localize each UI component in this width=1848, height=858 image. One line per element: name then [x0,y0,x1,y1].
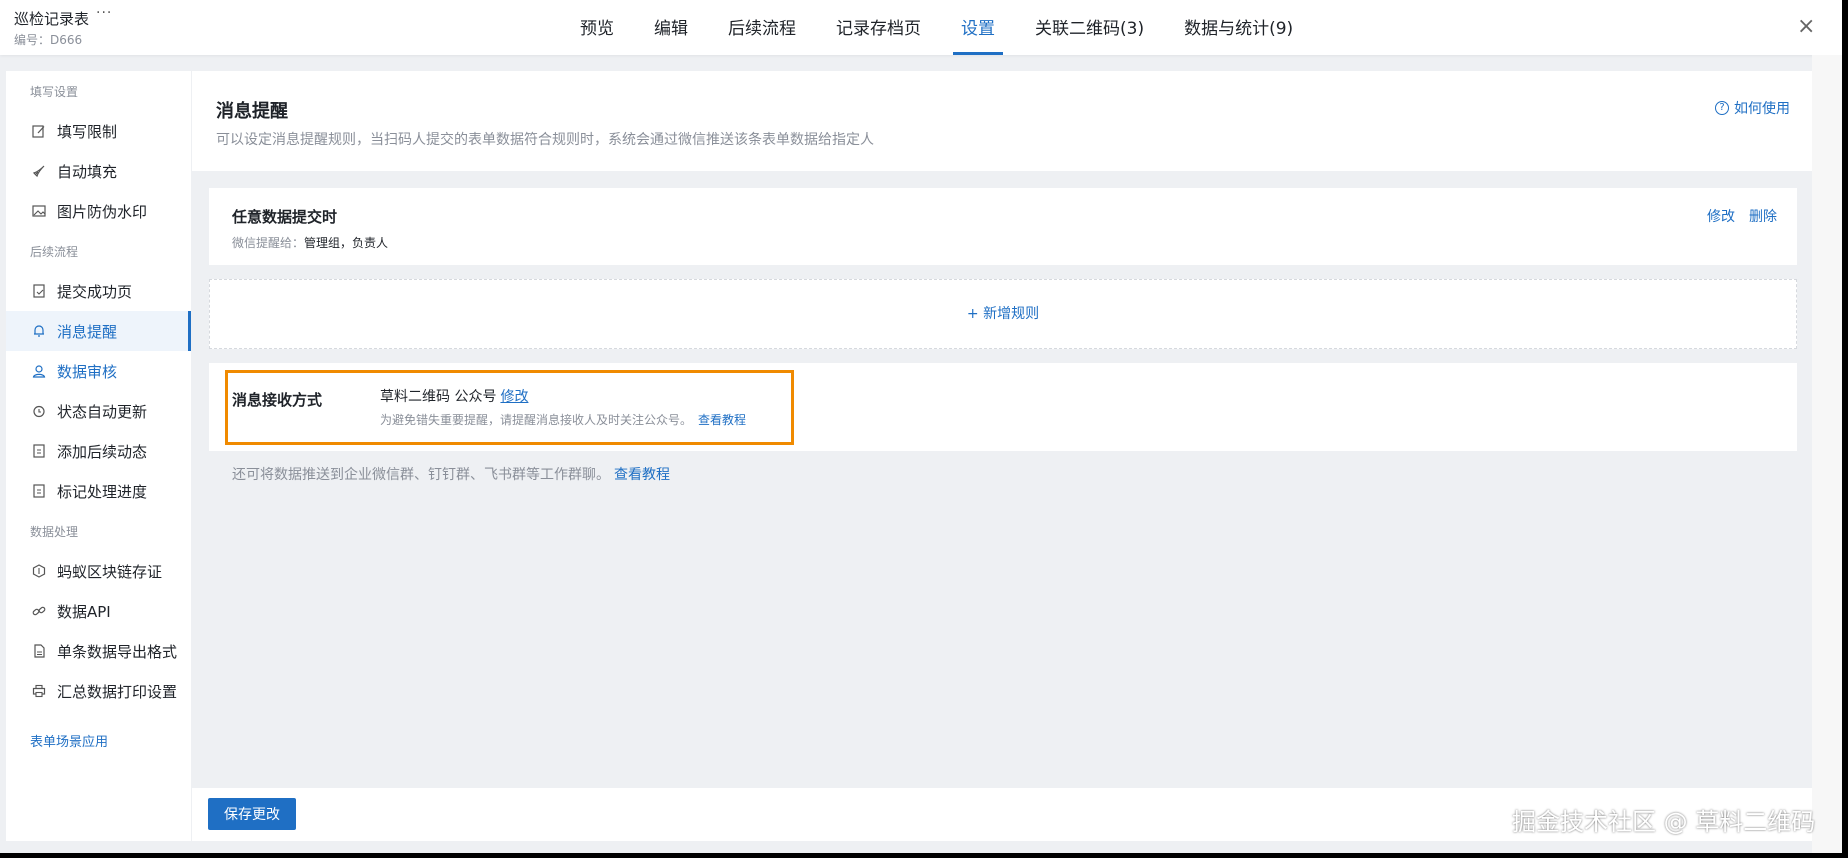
image-icon [31,203,47,219]
sidebar-item-label: 数据API [57,602,111,621]
link-icon [31,603,47,619]
file-icon [31,643,47,659]
sidebar-group-fill: 填写设置 [30,85,79,99]
form-scenario-link[interactable]: 表单场景应用 [6,731,191,750]
scrollbar-track[interactable] [1812,55,1842,853]
watermark-text: 掘金技术社区 @ 草料二维码 [1512,808,1816,836]
sidebar-item-label: 自动填充 [57,162,118,181]
receive-method-tip: 为避免错失重要提醒，请提醒消息接收人及时关注公众号。 查看教程 [380,411,746,428]
app-frame: 巡检记录表 ··· 编号：D666 预览 编辑 后续流程 记录存档页 设置 关联… [0,0,1842,853]
printer-icon [31,683,47,699]
rule-recipients: 微信提醒给：管理组，负责人 [232,234,388,251]
help-circle-icon: ? [1715,101,1729,115]
sidebar-item-label: 添加后续动态 [57,442,148,461]
rule-actions: 修改 删除 [1707,206,1777,226]
sidebar-item-message-reminder[interactable]: 消息提醒 [6,311,191,351]
sidebar-group-data: 数据处理 [30,525,79,539]
push-tutorial-link[interactable]: 查看教程 [614,467,670,483]
sidebar-item-print-settings[interactable]: 汇总数据打印设置 [6,671,191,711]
receive-method-label: 消息接收方式 [232,391,323,409]
sidebar-item-autofill[interactable]: 自动填充 [6,151,191,191]
sidebar-item-progress-mark[interactable]: 标记处理进度 [6,471,191,511]
receive-method-text: 草料二维码 公众号 [380,389,497,405]
section-header: 消息提醒 可以设定消息提醒规则，当扫码人提交的表单数据符合规则时，系统会通过微信… [192,71,1812,171]
sidebar-item-label: 消息提醒 [57,322,118,341]
tab-preview[interactable]: 预览 [560,0,634,55]
doc-icon [31,483,47,499]
document-id: 编号：D666 [14,33,83,47]
edit-icon [31,123,47,139]
tab-linked-qrcodes[interactable]: 关联二维码(3) [1015,0,1164,55]
user-icon [31,363,47,379]
sidebar-item-image-watermark[interactable]: 图片防伪水印 [6,191,191,231]
sidebar-item-label: 填写限制 [57,122,118,141]
rocket-icon [31,163,47,179]
sidebar-item-label: 状态自动更新 [57,402,148,421]
page-check-icon [31,283,47,299]
sidebar-item-label: 提交成功页 [57,282,133,301]
doc-icon [31,443,47,459]
chain-icon [31,563,47,579]
tab-settings[interactable]: 设置 [941,0,1015,55]
rule-recipients-prefix: 微信提醒给： [232,236,305,250]
rule-edit-button[interactable]: 修改 [1707,206,1735,226]
sidebar-item-label: 标记处理进度 [57,482,148,501]
sidebar-item-add-followup[interactable]: 添加后续动态 [6,431,191,471]
push-note-text: 还可将数据推送到企业微信群、钉钉群、飞书群等工作群聊。 [232,467,610,483]
bell-icon [31,323,47,339]
rule-recipients-value: 管理组，负责人 [304,236,389,250]
rule-delete-button[interactable]: 删除 [1749,206,1777,226]
page-description: 可以设定消息提醒规则，当扫码人提交的表单数据符合规则时，系统会通过微信推送该条表… [216,132,874,148]
reminder-rule-card: 任意数据提交时 微信提醒给：管理组，负责人 修改 删除 [209,188,1797,265]
sidebar-item-data-review[interactable]: 数据审核 [6,351,191,391]
tab-followup-flow[interactable]: 后续流程 [708,0,816,55]
how-to-use-label: 如何使用 [1734,101,1790,117]
receive-method-card: 消息接收方式 草料二维码 公众号 修改 为避免错失重要提醒，请提醒消息接收人及时关… [209,363,1797,451]
sidebar-item-label: 单条数据导出格式 [57,642,178,661]
sidebar-item-label: 数据审核 [57,362,118,381]
rule-title: 任意数据提交时 [232,208,338,226]
sidebar-item-fill-limit[interactable]: 填写限制 [6,111,191,151]
sidebar-item-success-page[interactable]: 提交成功页 [6,271,191,311]
sidebar-item-auto-status[interactable]: 状态自动更新 [6,391,191,431]
settings-sidebar: 填写设置 填写限制 自动填充 图片防伪水印 后续流程 提交成功页 消息提醒 数据… [6,71,191,841]
main-tabs: 预览 编辑 后续流程 记录存档页 设置 关联二维码(3) 数据与统计(9) [560,0,1313,55]
sidebar-item-label: 蚂蚁区块链存证 [57,562,163,581]
clock-icon [31,403,47,419]
push-note: 还可将数据推送到企业微信群、钉钉群、飞书群等工作群聊。 查看教程 [232,464,670,484]
tab-data-stats[interactable]: 数据与统计(9) [1164,0,1313,55]
more-options-icon[interactable]: ··· [96,5,112,21]
sidebar-group-flow: 后续流程 [30,245,79,259]
receive-tutorial-link[interactable]: 查看教程 [698,413,746,427]
close-icon[interactable]: × [1797,14,1815,39]
sidebar-item-blockchain[interactable]: 蚂蚁区块链存证 [6,551,191,591]
tab-archive-page[interactable]: 记录存档页 [816,0,941,55]
page-title: 消息提醒 [216,101,288,122]
sidebar-item-data-api[interactable]: 数据API [6,591,191,631]
sidebar-item-label: 图片防伪水印 [57,202,148,221]
top-bar: 巡检记录表 ··· 编号：D666 预览 编辑 后续流程 记录存档页 设置 关联… [0,0,1842,55]
add-rule-button[interactable]: + 新增规则 [209,279,1797,349]
receive-method-edit-link[interactable]: 修改 [500,389,528,405]
receive-tip-text: 为避免错失重要提醒，请提醒消息接收人及时关注公众号。 [380,413,693,427]
receive-method-value: 草料二维码 公众号 修改 [380,386,528,406]
sidebar-item-label: 汇总数据打印设置 [57,682,178,701]
save-changes-button[interactable]: 保存更改 [208,798,296,830]
document-title: 巡检记录表 [14,10,90,28]
tab-edit[interactable]: 编辑 [634,0,708,55]
sidebar-item-single-export[interactable]: 单条数据导出格式 [6,631,191,671]
how-to-use-link[interactable]: ? 如何使用 [1715,98,1790,118]
